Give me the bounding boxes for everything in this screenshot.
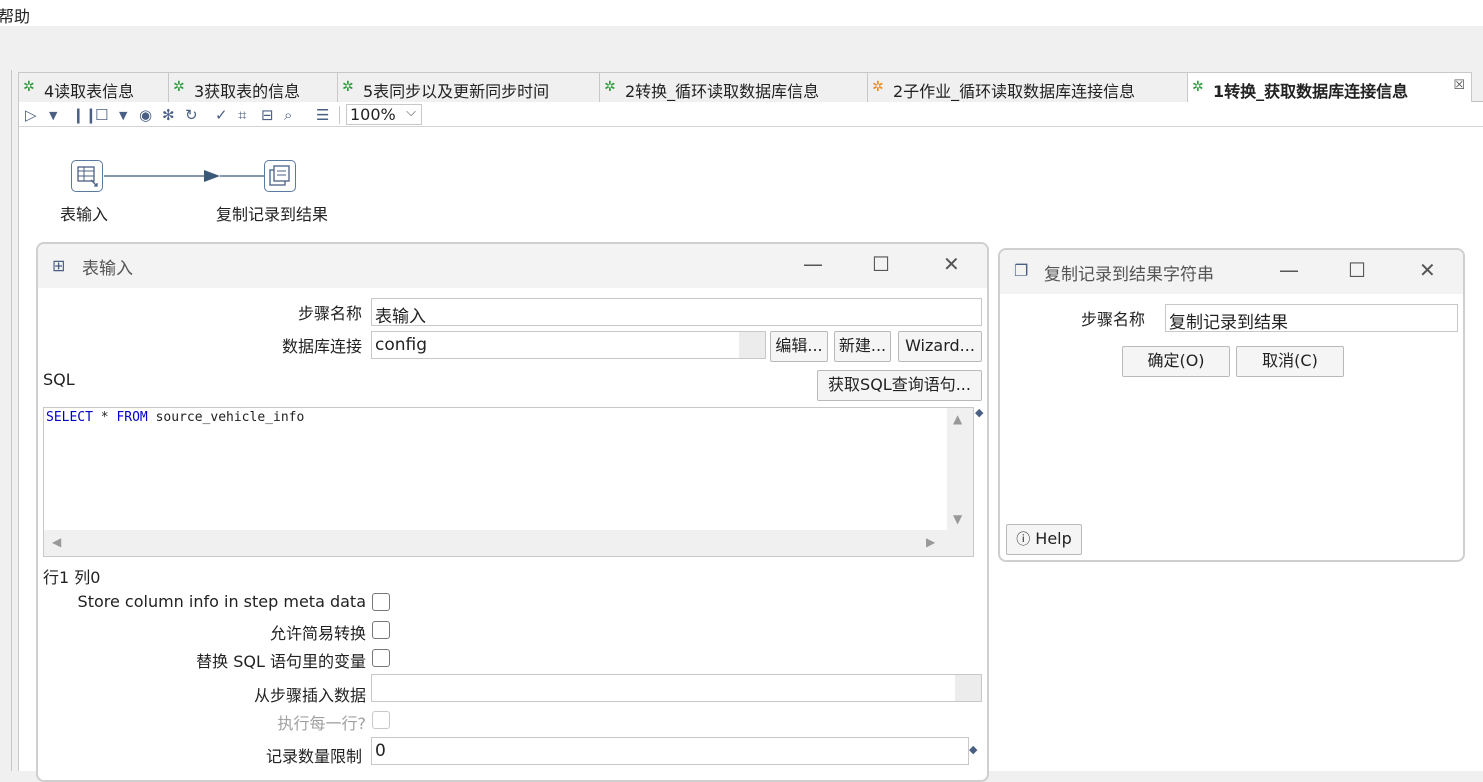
variable-icon: ◆ xyxy=(975,406,984,419)
step-name-label: 步骤名称 xyxy=(297,304,362,323)
copy-rows-icon: ❐ xyxy=(1014,261,1029,280)
table-input-icon: ⊞ xyxy=(52,256,66,275)
dropdown-arrow-area[interactable] xyxy=(739,332,765,358)
maximize-icon[interactable]: ☐ xyxy=(872,252,890,276)
lazy-conversion-label: 允许简易转换 xyxy=(269,624,366,643)
cursor-position-label: 行1 列0 xyxy=(43,568,101,587)
sql-text: SELECT * FROM source_vehicle_info xyxy=(46,410,304,425)
replace-variables-label: 替换 SQL 语句里的变量 xyxy=(196,652,366,671)
copy-rows-to-result-step[interactable] xyxy=(264,160,296,192)
execute-each-row-label: 执行每一行? xyxy=(277,714,367,733)
wizard-button[interactable]: Wizard... xyxy=(898,331,982,362)
maximize-icon[interactable]: ☐ xyxy=(1348,258,1366,282)
db-connection-select[interactable]: config xyxy=(371,331,766,359)
dropdown-arrow-area[interactable] xyxy=(955,675,981,701)
variable-icon: ◆ xyxy=(969,743,978,756)
step-name-label: 步骤名称 xyxy=(1080,310,1145,329)
table-input-dialog: ⊞ 表输入 — ☐ ✕ 步骤名称 表输入 数据库连接 config 编辑... … xyxy=(36,242,989,782)
insert-data-from-step-label: 从步骤插入数据 xyxy=(253,686,366,705)
store-column-info-label: Store column info in step meta data xyxy=(77,592,366,611)
edit-connection-button[interactable]: 编辑... xyxy=(770,331,828,362)
store-column-info-checkbox[interactable] xyxy=(372,593,390,611)
sql-table-name: source_vehicle_info xyxy=(147,410,305,425)
get-sql-select-button[interactable]: 获取SQL查询语句... xyxy=(817,370,982,401)
scroll-down-icon[interactable]: ▼ xyxy=(953,512,962,526)
limit-size-input[interactable]: 0 xyxy=(371,737,969,765)
horizontal-scrollbar[interactable]: ◀ ▶ xyxy=(44,530,973,556)
step-name-input[interactable]: 表输入 xyxy=(371,298,982,327)
sql-label: SQL xyxy=(43,370,75,389)
help-icon: ⓘ xyxy=(1016,532,1031,548)
table-input-step-label: 表输入 xyxy=(60,205,109,224)
minimize-icon[interactable]: — xyxy=(803,252,823,276)
lazy-conversion-checkbox[interactable] xyxy=(372,621,390,639)
copy-rows-dialog: ❐ 复制记录到结果字符串 — ☐ ✕ 步骤名称 复制记录到结果 确定(O) 取消… xyxy=(998,248,1465,562)
execute-each-row-checkbox xyxy=(372,711,390,729)
scroll-right-icon[interactable]: ▶ xyxy=(926,535,935,549)
dialog-title-bar: ❐ 复制记录到结果字符串 — ☐ ✕ xyxy=(1000,250,1463,294)
table-input-icon xyxy=(77,166,98,187)
db-connection-label: 数据库连接 xyxy=(281,337,362,356)
step-name-input[interactable]: 复制记录到结果 xyxy=(1165,304,1458,333)
cancel-button[interactable]: 取消(C) xyxy=(1236,346,1344,377)
copy-rows-icon xyxy=(269,165,290,186)
ok-button[interactable]: 确定(O) xyxy=(1122,346,1230,377)
sql-token-star: * xyxy=(92,410,117,425)
dialog-title: 复制记录到结果字符串 xyxy=(1044,265,1214,285)
hop-arrowhead xyxy=(204,170,220,182)
limit-size-label: 记录数量限制 xyxy=(265,747,362,766)
dialog-title-bar: ⊞ 表输入 — ☐ ✕ xyxy=(38,244,987,288)
table-input-step[interactable] xyxy=(71,160,103,192)
insert-data-from-step-select[interactable] xyxy=(371,674,982,702)
replace-variables-checkbox[interactable] xyxy=(372,649,390,667)
scroll-up-icon[interactable]: ▲ xyxy=(953,412,962,426)
close-icon[interactable]: ✕ xyxy=(1419,258,1436,282)
sql-keyword-from: FROM xyxy=(116,410,148,425)
dialog-title: 表输入 xyxy=(82,259,133,279)
sql-keyword-select: SELECT xyxy=(46,410,93,425)
help-button[interactable]: ⓘ Help xyxy=(1006,524,1082,555)
help-button-label: Help xyxy=(1035,529,1072,548)
vertical-scrollbar[interactable]: ▲ ▼ xyxy=(947,408,973,530)
minimize-icon[interactable]: — xyxy=(1279,258,1299,282)
new-connection-button[interactable]: 新建... xyxy=(834,331,891,362)
sql-editor[interactable]: SELECT * FROM source_vehicle_info ▲ ▼ ◀ … xyxy=(43,407,974,557)
db-connection-value: config xyxy=(375,335,428,355)
copy-rows-step-label: 复制记录到结果 xyxy=(216,205,329,224)
close-icon[interactable]: ✕ xyxy=(943,252,960,276)
scroll-left-icon[interactable]: ◀ xyxy=(52,535,61,549)
